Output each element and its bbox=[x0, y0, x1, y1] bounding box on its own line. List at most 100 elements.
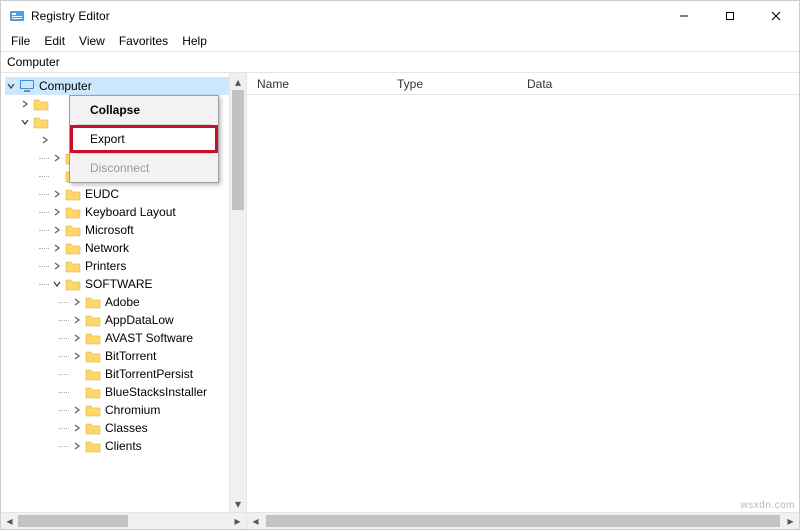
context-menu-collapse[interactable]: Collapse bbox=[72, 98, 216, 122]
menu-separator bbox=[76, 124, 212, 125]
scroll-down-icon[interactable]: ▾ bbox=[230, 495, 246, 512]
tree-node-key[interactable]: EUDC bbox=[5, 185, 229, 203]
scroll-thumb[interactable] bbox=[18, 515, 128, 527]
chevron-down-icon[interactable] bbox=[51, 278, 63, 290]
chevron-right-icon[interactable] bbox=[71, 422, 83, 434]
menu-favorites[interactable]: Favorites bbox=[113, 32, 174, 50]
folder-icon bbox=[65, 241, 81, 255]
context-menu-export[interactable]: Export bbox=[72, 127, 216, 151]
menubar: File Edit View Favorites Help bbox=[1, 31, 799, 51]
tree-label: AVAST Software bbox=[105, 331, 193, 345]
tree-branch-line bbox=[59, 338, 69, 339]
scroll-thumb[interactable] bbox=[232, 90, 244, 210]
folder-icon bbox=[85, 295, 101, 309]
list-horizontal-scrollbar[interactable]: ◂ ▸ bbox=[247, 512, 799, 529]
scroll-left-icon[interactable]: ◂ bbox=[247, 513, 264, 529]
tree-node-computer[interactable]: Computer bbox=[5, 77, 229, 95]
tree-node-key[interactable]: Microsoft bbox=[5, 221, 229, 239]
minimize-button[interactable] bbox=[661, 1, 707, 31]
folder-icon bbox=[85, 385, 101, 399]
column-header-data[interactable]: Data bbox=[517, 77, 799, 91]
tree-node-key[interactable]: BitTorrentPersist bbox=[5, 365, 229, 383]
chevron-right-icon[interactable] bbox=[51, 242, 63, 254]
column-header-name[interactable]: Name bbox=[247, 77, 387, 91]
menu-view[interactable]: View bbox=[73, 32, 111, 50]
scroll-thumb[interactable] bbox=[266, 515, 780, 527]
maximize-button[interactable] bbox=[707, 1, 753, 31]
menu-file[interactable]: File bbox=[5, 32, 36, 50]
tree-horizontal-scrollbar[interactable]: ◂ ▸ bbox=[1, 512, 247, 529]
scroll-up-icon[interactable]: ▴ bbox=[230, 73, 246, 90]
chevron-right-icon[interactable] bbox=[51, 224, 63, 236]
hscroll-row: ◂ ▸ ◂ ▸ bbox=[1, 512, 799, 529]
tree-node-key[interactable]: Classes bbox=[5, 419, 229, 437]
chevron-down-icon[interactable] bbox=[5, 80, 17, 92]
tree-branch-line bbox=[39, 266, 49, 267]
folder-icon bbox=[85, 439, 101, 453]
folder-icon bbox=[33, 97, 49, 111]
tree-node-key[interactable]: Printers bbox=[5, 257, 229, 275]
menu-separator bbox=[76, 153, 212, 154]
folder-icon bbox=[85, 367, 101, 381]
chevron-right-icon[interactable] bbox=[51, 152, 63, 164]
tree-node-key[interactable]: BitTorrent bbox=[5, 347, 229, 365]
tree-node-key[interactable]: SOFTWARE bbox=[5, 275, 229, 293]
tree-branch-line bbox=[59, 356, 69, 357]
scroll-right-icon[interactable]: ▸ bbox=[782, 513, 799, 529]
chevron-right-icon[interactable] bbox=[71, 314, 83, 326]
chevron-right-icon[interactable] bbox=[51, 206, 63, 218]
chevron-right-icon[interactable] bbox=[71, 332, 83, 344]
chevron-right-icon[interactable] bbox=[19, 98, 31, 110]
tree-node-key[interactable]: Network bbox=[5, 239, 229, 257]
context-menu: Collapse Export Disconnect bbox=[69, 95, 219, 183]
scroll-track[interactable] bbox=[264, 513, 782, 529]
tree-branch-line bbox=[59, 410, 69, 411]
chevron-right-icon[interactable] bbox=[71, 350, 83, 362]
tree-branch-line bbox=[39, 230, 49, 231]
scroll-track[interactable] bbox=[18, 513, 229, 529]
list-body[interactable] bbox=[247, 95, 799, 512]
scroll-right-icon[interactable]: ▸ bbox=[229, 513, 246, 529]
scroll-track[interactable] bbox=[230, 90, 246, 495]
folder-icon bbox=[85, 403, 101, 417]
tree-node-key[interactable]: Clients bbox=[5, 437, 229, 455]
folder-icon bbox=[85, 349, 101, 363]
tree-vertical-scrollbar[interactable]: ▴ ▾ bbox=[229, 73, 246, 512]
menu-help[interactable]: Help bbox=[176, 32, 213, 50]
address-bar[interactable]: Computer bbox=[1, 51, 799, 73]
chevron-right-icon[interactable] bbox=[51, 260, 63, 272]
list-header: Name Type Data bbox=[247, 73, 799, 95]
tree-node-key[interactable]: Adobe bbox=[5, 293, 229, 311]
chevron-right-icon[interactable] bbox=[71, 404, 83, 416]
chevron-right-icon[interactable] bbox=[39, 134, 51, 146]
close-button[interactable] bbox=[753, 1, 799, 31]
folder-icon bbox=[33, 115, 49, 129]
folder-icon bbox=[85, 421, 101, 435]
chevron-down-icon[interactable] bbox=[19, 116, 31, 128]
scroll-left-icon[interactable]: ◂ bbox=[1, 513, 18, 529]
column-header-type[interactable]: Type bbox=[387, 77, 517, 91]
tree-branch-line bbox=[39, 176, 49, 177]
tree-node-key[interactable]: Chromium bbox=[5, 401, 229, 419]
tree-branch-line bbox=[59, 428, 69, 429]
watermark: wsxdn.com bbox=[740, 500, 795, 511]
app-icon bbox=[9, 8, 25, 24]
menu-edit[interactable]: Edit bbox=[38, 32, 71, 50]
chevron-right-icon[interactable] bbox=[51, 188, 63, 200]
tree-label: BitTorrentPersist bbox=[105, 367, 193, 381]
tree-node-key[interactable]: Keyboard Layout bbox=[5, 203, 229, 221]
tree-label: Keyboard Layout bbox=[85, 205, 176, 219]
tree-node-key[interactable]: AVAST Software bbox=[5, 329, 229, 347]
tree-node-key[interactable]: AppDataLow bbox=[5, 311, 229, 329]
tree-label: Clients bbox=[105, 439, 142, 453]
chevron-right-icon[interactable] bbox=[71, 296, 83, 308]
list-pane: Name Type Data bbox=[247, 73, 799, 512]
tree-label: Chromium bbox=[105, 403, 160, 417]
tree-node-key[interactable]: BlueStacksInstaller bbox=[5, 383, 229, 401]
tree-label: Classes bbox=[105, 421, 148, 435]
computer-icon bbox=[19, 79, 35, 93]
tree-label: Adobe bbox=[105, 295, 140, 309]
folder-icon bbox=[85, 331, 101, 345]
chevron-right-icon[interactable] bbox=[71, 440, 83, 452]
tree-label: Printers bbox=[85, 259, 126, 273]
